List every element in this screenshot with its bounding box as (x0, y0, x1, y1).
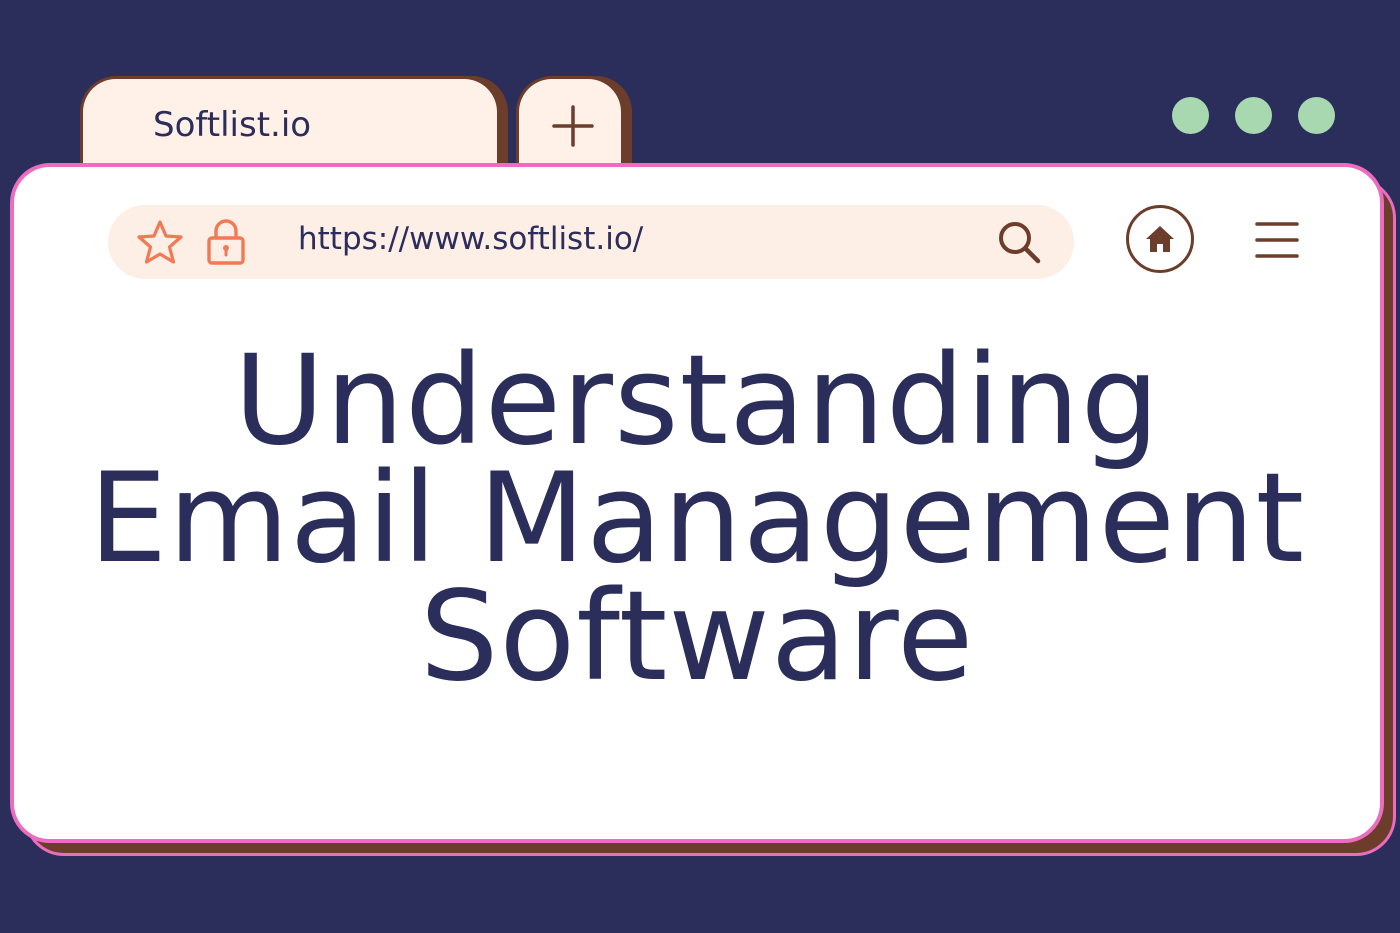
address-bar[interactable]: https://www.softlist.io/ (108, 205, 1074, 279)
hamburger-menu-icon[interactable] (1254, 219, 1300, 261)
window-dot-2[interactable] (1235, 97, 1272, 134)
plus-icon (552, 105, 594, 147)
headline-line-3: Software (419, 565, 975, 709)
tab-label: Softlist.io (153, 105, 312, 145)
home-icon (1146, 226, 1174, 252)
star-icon[interactable] (136, 219, 184, 265)
window-dot-3[interactable] (1298, 97, 1335, 134)
headline-line-1: Understanding (233, 329, 1161, 473)
window-controls (1172, 97, 1335, 134)
home-button[interactable] (1126, 205, 1194, 273)
page-headline: Understanding Email Management Software (14, 329, 1380, 709)
search-icon[interactable] (996, 219, 1042, 265)
lock-icon (207, 219, 245, 265)
browser-window: https://www.softlist.io/ Understanding E… (10, 163, 1384, 843)
headline-line-2: Email Management (88, 447, 1306, 591)
url-text[interactable]: https://www.softlist.io/ (298, 221, 643, 257)
window-dot-1[interactable] (1172, 97, 1209, 134)
